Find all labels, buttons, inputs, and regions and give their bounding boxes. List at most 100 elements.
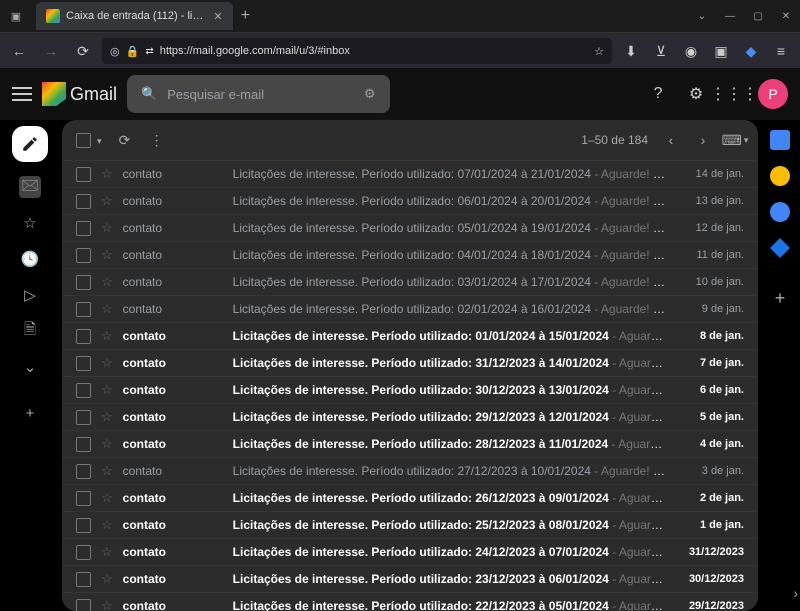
extension-2-icon[interactable]: ▣	[708, 38, 734, 64]
row-checkbox[interactable]	[76, 572, 91, 587]
email-row[interactable]: ☆contatoLicitações de interesse. Período…	[62, 187, 758, 214]
star-icon[interactable]: ☆	[101, 247, 113, 263]
tasks-icon[interactable]	[770, 202, 790, 222]
email-row[interactable]: ☆contatoLicitações de interesse. Período…	[62, 538, 758, 565]
star-icon[interactable]: ☆	[101, 382, 113, 398]
nav-back-button[interactable]: ←	[6, 38, 32, 64]
email-row[interactable]: ☆contatoLicitações de interesse. Período…	[62, 430, 758, 457]
star-icon[interactable]: ☆	[101, 463, 113, 479]
account-avatar[interactable]: P	[758, 79, 788, 109]
row-checkbox[interactable]	[76, 437, 91, 452]
star-icon[interactable]: ☆	[101, 544, 113, 560]
download-icon[interactable]: ⬇	[618, 38, 644, 64]
extension-1-icon[interactable]: ◉	[678, 38, 704, 64]
settings-button[interactable]: ⚙	[682, 80, 710, 108]
refresh-button[interactable]: ⟳	[116, 131, 134, 149]
more-actions-button[interactable]: ⋮	[148, 131, 166, 149]
sent-nav-icon[interactable]: ▷	[19, 284, 41, 306]
bookmark-star-icon[interactable]: ☆	[594, 45, 604, 58]
star-icon[interactable]: ☆	[101, 274, 113, 290]
row-checkbox[interactable]	[76, 491, 91, 506]
keep-icon[interactable]	[770, 166, 790, 186]
collapse-side-panel-icon[interactable]: ›	[793, 585, 798, 601]
email-row[interactable]: ☆contatoLicitações de interesse. Período…	[62, 511, 758, 538]
main-menu-button[interactable]	[12, 87, 32, 101]
close-tab-icon[interactable]: ✕	[213, 10, 222, 23]
email-row[interactable]: ☆contatoLicitações de interesse. Período…	[62, 322, 758, 349]
sidebar-toggle-icon[interactable]: ▣	[8, 8, 24, 24]
row-checkbox[interactable]	[76, 194, 91, 209]
row-checkbox[interactable]	[76, 464, 91, 479]
chevron-down-icon[interactable]: ⌄	[688, 6, 716, 26]
prev-page-button[interactable]: ‹	[662, 131, 680, 149]
save-pocket-icon[interactable]: ⊻	[648, 38, 674, 64]
email-row[interactable]: ☆contatoLicitações de interesse. Período…	[62, 457, 758, 484]
search-input[interactable]: 🔍 Pesquisar e-mail ⚙	[127, 75, 390, 113]
row-checkbox[interactable]	[76, 518, 91, 533]
extension-3-icon[interactable]: ◆	[738, 38, 764, 64]
star-icon[interactable]: ☆	[101, 598, 113, 611]
row-checkbox[interactable]	[76, 167, 91, 182]
inbox-nav-icon[interactable]: 🖂	[19, 176, 41, 198]
drafts-nav-icon[interactable]: 🗎	[19, 320, 41, 342]
new-tab-button[interactable]: +	[241, 7, 250, 25]
star-icon[interactable]: ☆	[101, 355, 113, 371]
email-row[interactable]: ☆contatoLicitações de interesse. Período…	[62, 403, 758, 430]
email-row[interactable]: ☆contatoLicitações de interesse. Período…	[62, 565, 758, 592]
email-row[interactable]: ☆contatoLicitações de interesse. Período…	[62, 484, 758, 511]
input-tools-button[interactable]: ⌨	[726, 131, 744, 149]
contacts-icon[interactable]	[770, 238, 790, 258]
url-input[interactable]: ◎ 🔒 ⇄ https://mail.google.com/mail/u/3/#…	[102, 38, 612, 64]
next-page-button[interactable]: ›	[694, 131, 712, 149]
row-checkbox[interactable]	[76, 356, 91, 371]
star-icon[interactable]: ☆	[101, 301, 113, 317]
reload-button[interactable]: ⟳	[70, 38, 96, 64]
snoozed-nav-icon[interactable]: 🕓	[19, 248, 41, 270]
row-checkbox[interactable]	[76, 383, 91, 398]
row-checkbox[interactable]	[76, 302, 91, 317]
email-list[interactable]: ☆contatoLicitações de interesse. Período…	[62, 160, 758, 611]
email-row[interactable]: ☆contatoLicitações de interesse. Período…	[62, 349, 758, 376]
google-apps-button[interactable]: ⋮⋮⋮	[720, 80, 748, 108]
row-checkbox[interactable]	[76, 545, 91, 560]
row-checkbox[interactable]	[76, 275, 91, 290]
star-icon[interactable]: ☆	[101, 571, 113, 587]
minimize-icon[interactable]: —	[716, 6, 744, 26]
email-row[interactable]: ☆contatoLicitações de interesse. Período…	[62, 592, 758, 611]
row-checkbox[interactable]	[76, 410, 91, 425]
email-row[interactable]: ☆contatoLicitações de interesse. Período…	[62, 295, 758, 322]
browser-menu-icon[interactable]: ≡	[768, 38, 794, 64]
add-addon-icon[interactable]: +	[775, 288, 786, 309]
close-window-icon[interactable]: ✕	[772, 6, 800, 26]
email-row[interactable]: ☆contatoLicitações de interesse. Período…	[62, 160, 758, 187]
star-icon[interactable]: ☆	[101, 166, 113, 182]
search-options-icon[interactable]: ⚙	[364, 86, 376, 102]
email-row[interactable]: ☆contatoLicitações de interesse. Período…	[62, 376, 758, 403]
star-icon[interactable]: ☆	[101, 328, 113, 344]
email-row[interactable]: ☆contatoLicitações de interesse. Período…	[62, 268, 758, 295]
star-icon[interactable]: ☆	[101, 436, 113, 452]
star-icon[interactable]: ☆	[101, 220, 113, 236]
row-checkbox[interactable]	[76, 329, 91, 344]
compose-button[interactable]	[12, 126, 48, 162]
row-checkbox[interactable]	[76, 599, 91, 611]
star-icon[interactable]: ☆	[101, 193, 113, 209]
nav-forward-button[interactable]: →	[38, 38, 64, 64]
star-icon[interactable]: ☆	[101, 409, 113, 425]
new-label-icon[interactable]: +	[19, 402, 41, 424]
select-all-checkbox[interactable]	[76, 133, 102, 148]
browser-tab[interactable]: Caixa de entrada (112) - li… ✕	[36, 2, 233, 30]
permissions-icon[interactable]: ⇄	[145, 46, 153, 57]
row-checkbox[interactable]	[76, 221, 91, 236]
email-row[interactable]: ☆contatoLicitações de interesse. Período…	[62, 214, 758, 241]
lock-icon[interactable]: 🔒	[126, 45, 140, 58]
row-checkbox[interactable]	[76, 248, 91, 263]
gmail-logo[interactable]: Gmail	[42, 82, 117, 106]
shield-icon[interactable]: ◎	[110, 45, 120, 58]
maximize-icon[interactable]: ▢	[744, 6, 772, 26]
email-row[interactable]: ☆contatoLicitações de interesse. Período…	[62, 241, 758, 268]
star-icon[interactable]: ☆	[101, 490, 113, 506]
support-button[interactable]: ?	[644, 80, 672, 108]
more-nav-icon[interactable]: ⌄	[19, 356, 41, 378]
starred-nav-icon[interactable]: ☆	[19, 212, 41, 234]
